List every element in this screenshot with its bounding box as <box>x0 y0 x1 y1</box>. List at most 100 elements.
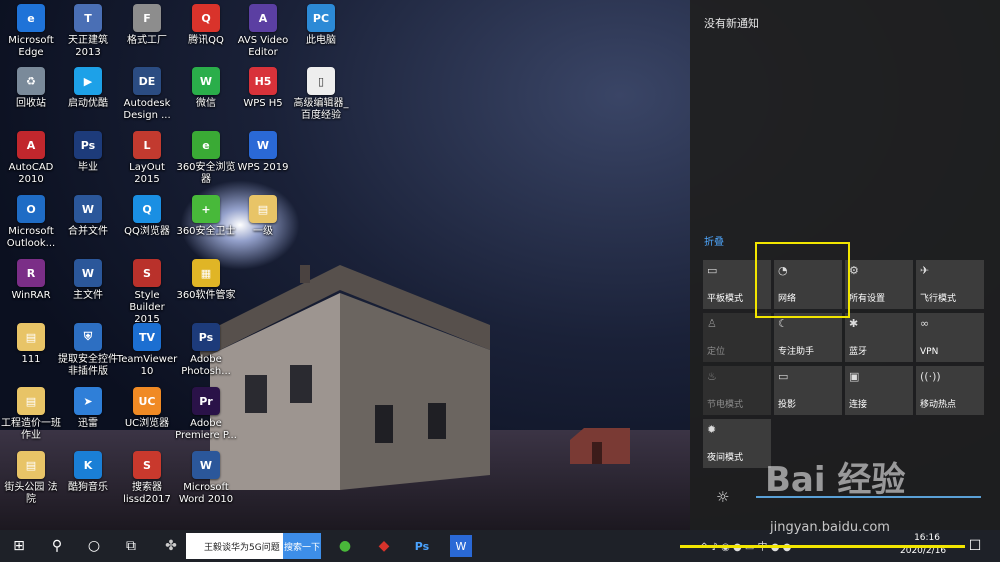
quick-action-tile[interactable]: ✱ 蓝牙 <box>845 313 913 362</box>
desktop-icon[interactable]: DE Autodesk Design ... <box>116 67 178 122</box>
task-view-icon[interactable]: ⧉ <box>120 535 142 557</box>
desktop-icon-label: Autodesk Design ... <box>123 98 171 121</box>
desktop-icon[interactable]: ➤ 迅雷 <box>57 387 119 430</box>
desktop-icon[interactable]: O Microsoft Outlook... <box>0 195 62 250</box>
desktop-icon[interactable]: e Microsoft Edge <box>0 4 62 59</box>
tile-icon: ♨ <box>707 370 717 383</box>
desktop-icon[interactable]: R WinRAR <box>0 259 62 302</box>
desktop-icon[interactable]: ▤ 一级 <box>232 195 294 238</box>
desktop-icon-label: AVS Video Editor <box>237 35 289 58</box>
cortana-icon[interactable]: ○ <box>83 535 105 557</box>
desktop-icon[interactable]: Pr Adobe Premiere P... <box>175 387 237 442</box>
quick-action-tile[interactable]: ∞ VPN <box>916 313 984 362</box>
tile-icon: ♙ <box>707 317 717 330</box>
desktop-icon[interactable]: W WPS 2019 <box>232 131 294 174</box>
desktop-icon[interactable]: W 主文件 <box>57 259 119 302</box>
desktop-icon[interactable]: ▤ 111 <box>0 323 62 366</box>
desktop-icon[interactable]: T 天正建筑 2013 <box>57 4 119 59</box>
notification-center-icon[interactable]: ☐ <box>964 535 986 557</box>
network-tile-highlight <box>755 242 850 318</box>
desktop-icon-label: TeamViewer 10 <box>116 354 178 377</box>
search-icon[interactable]: ⚲ <box>46 535 68 557</box>
desktop-icon[interactable]: S Style Builder 2015 <box>116 259 178 326</box>
desktop-icon-label: 天正建筑 2013 <box>68 35 108 58</box>
desktop-icon[interactable]: PC 此电脑 <box>290 4 352 47</box>
start-icon[interactable]: ⊞ <box>8 535 30 557</box>
desktop-icon[interactable]: A AVS Video Editor <box>232 4 294 59</box>
tile-label: VPN <box>920 347 939 357</box>
desktop-icon-label: 高级编辑器_百度经验 <box>293 98 349 121</box>
desktop-icon[interactable]: L LayOut 2015 <box>116 131 178 186</box>
app-icon: ▤ <box>249 195 277 223</box>
tile-icon: ▭ <box>778 370 789 383</box>
desktop-icon[interactable]: Ps Adobe Photosh... <box>175 323 237 378</box>
quick-action-tile[interactable]: ✈ 飞行模式 <box>916 260 984 309</box>
tile-label: 节电模式 <box>707 400 744 410</box>
photoshop-taskbar-icon[interactable]: Ps <box>411 535 433 557</box>
quick-action-tile[interactable]: ✹ 夜间模式 <box>703 419 771 468</box>
desktop-icon-label: AutoCAD 2010 <box>8 162 54 185</box>
desktop-icon[interactable]: W 微信 <box>175 67 237 110</box>
app-icon: S <box>133 451 161 479</box>
tile-icon: ✈ <box>920 264 930 277</box>
desktop-icon[interactable]: UC UC浏览器 <box>116 387 178 430</box>
tray-highlight-underline <box>680 545 965 548</box>
sketchup-taskbar-icon[interactable]: ◆ <box>373 535 395 557</box>
clock-time: 16:16 <box>914 533 940 543</box>
app-icon: TV <box>133 323 161 351</box>
desktop-icon[interactable]: S 搜索器 lissd2017 <box>116 451 178 506</box>
fan-app-icon[interactable]: ✤ <box>160 535 182 557</box>
desktop-icon[interactable]: ♻ 回收站 <box>0 67 62 110</box>
desktop-icon[interactable]: +360安全卫士 <box>175 195 237 238</box>
desktop-icon[interactable]: ⛨ 提取安全控件非插件版 <box>57 323 119 378</box>
desktop-icon[interactable]: ▤ 工程造价一班作业 <box>0 387 62 442</box>
desktop-icon[interactable]: A AutoCAD 2010 <box>0 131 62 186</box>
browser-search-input[interactable]: 王毅谈华为5G问题 <box>186 533 283 559</box>
desktop-icon-label: Microsoft Edge <box>8 35 54 58</box>
desktop-icon-label: 搜索器 lissd2017 <box>123 482 171 505</box>
desktop-icon[interactable]: ▯ 高级编辑器_百度经验 <box>290 67 352 122</box>
desktop-icon-label: 腾讯QQ <box>188 35 224 46</box>
quick-action-tile[interactable]: ☾ 专注助手 <box>774 313 842 362</box>
collapse-link[interactable]: 折叠 <box>704 233 724 248</box>
app-icon: W <box>74 259 102 287</box>
browser-search-button[interactable]: 搜索一下 <box>283 533 321 559</box>
tile-icon: ▭ <box>707 264 718 277</box>
quick-action-tile[interactable]: ⚙ 所有设置 <box>845 260 913 309</box>
app-icon: ▤ <box>17 323 45 351</box>
app-icon: H5 <box>249 67 277 95</box>
app-icon: Pr <box>192 387 220 415</box>
quick-action-tile[interactable]: ▭ 投影 <box>774 366 842 415</box>
app-icon: S <box>133 259 161 287</box>
quick-action-tile[interactable]: ▣ 连接 <box>845 366 913 415</box>
quick-action-tile[interactable]: ♙ 定位 <box>703 313 771 362</box>
desktop-icon[interactable]: W Microsoft Word 2010 <box>175 451 237 506</box>
desktop-icon[interactable]: ▶ 启动优酷 <box>57 67 119 110</box>
desktop-icon[interactable]: Ps 毕业 <box>57 131 119 174</box>
desktop-icon[interactable]: e 360安全浏览器 <box>175 131 237 186</box>
desktop-icon-label: 酷狗音乐 <box>68 482 108 493</box>
desktop-icon[interactable]: Q 腾讯QQ <box>175 4 237 47</box>
quick-action-tile[interactable]: ♨ 节电模式 <box>703 366 771 415</box>
tile-label: 平板模式 <box>707 294 744 304</box>
desktop-icon[interactable]: ▤ 街头公园 法院 <box>0 451 62 506</box>
tile-label: 投影 <box>778 400 797 410</box>
tile-label: 连接 <box>849 400 868 410</box>
tile-label: 飞行模式 <box>920 294 957 304</box>
desktop-icon-label: 360安全卫士 <box>176 226 236 237</box>
app-icon: DE <box>133 67 161 95</box>
no-notifications-text: 没有新通知 <box>704 17 759 30</box>
360-browser-taskbar-icon[interactable]: ● <box>334 535 356 557</box>
desktop-icon[interactable]: Q QQ浏览器 <box>116 195 178 238</box>
tile-icon: ⚙ <box>849 264 859 277</box>
desktop-icon[interactable]: TV TeamViewer 10 <box>116 323 178 378</box>
desktop-icon[interactable]: ▦ 360软件管家 <box>175 259 237 302</box>
quick-action-tile[interactable]: ((·)) 移动热点 <box>916 366 984 415</box>
desktop-icon[interactable]: F 格式工厂 <box>116 4 178 47</box>
wps-taskbar-icon[interactable]: W <box>450 535 472 557</box>
desktop-icon[interactable]: H5 WPS H5 <box>232 67 294 110</box>
desktop-icon-label: 街头公园 法院 <box>4 482 58 505</box>
desktop-icon[interactable]: K 酷狗音乐 <box>57 451 119 494</box>
app-icon: A <box>17 131 45 159</box>
desktop-icon[interactable]: W 合并文件 <box>57 195 119 238</box>
